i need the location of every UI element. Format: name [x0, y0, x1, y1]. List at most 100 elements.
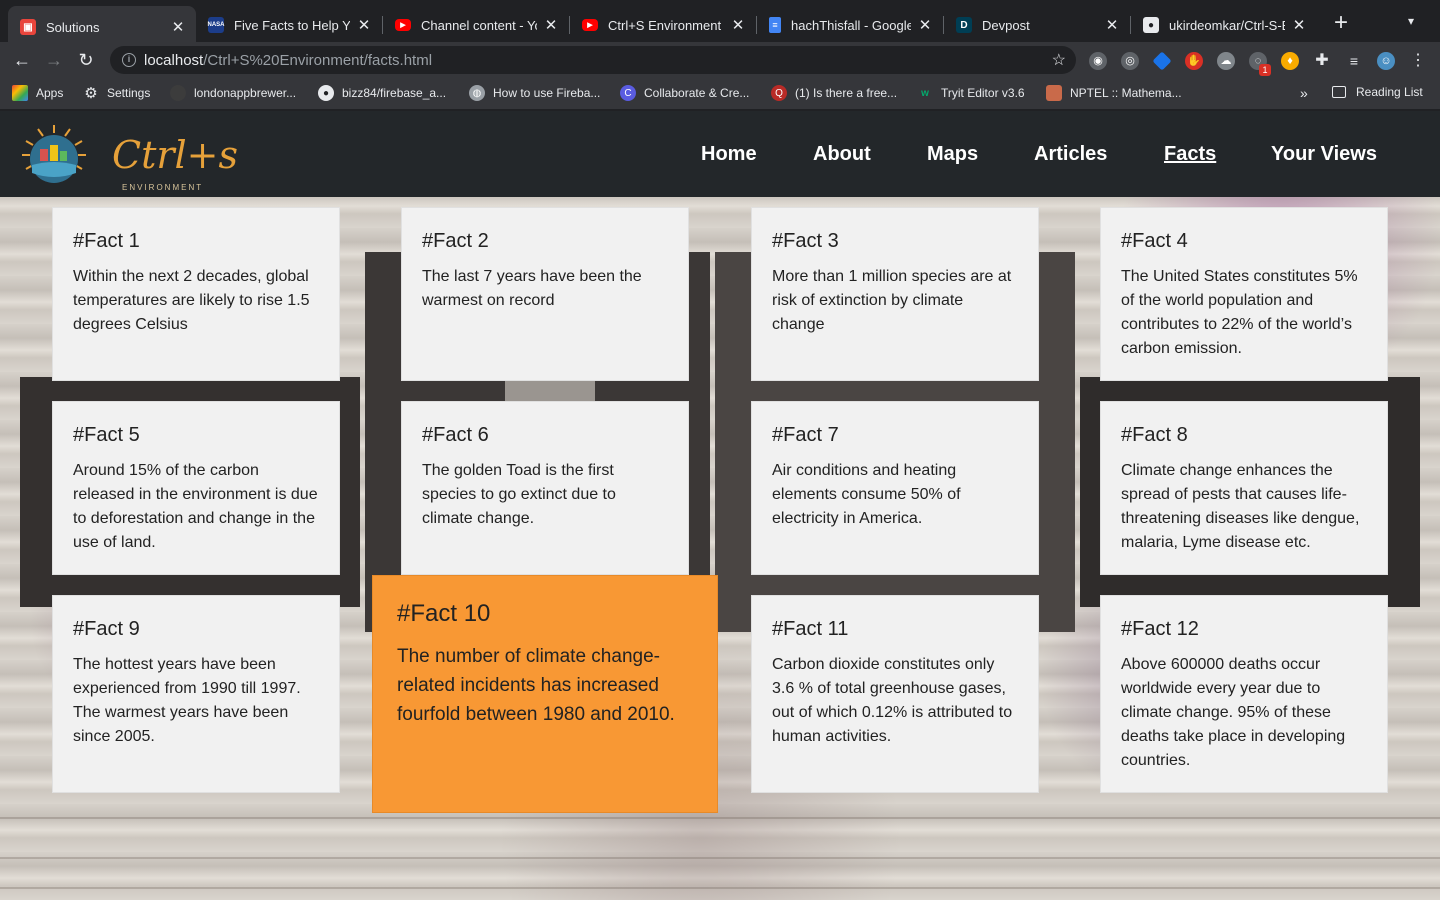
bookmark-nptel[interactable]: NPTEL :: Mathema...: [1046, 85, 1182, 101]
solutions-favicon-icon: ▣: [20, 19, 36, 35]
close-icon[interactable]: ✕: [730, 16, 746, 34]
forward-arrow-icon[interactable]: →: [42, 48, 66, 72]
address-bar[interactable]: i localhost/Ctrl+S%20Environment/facts.h…: [110, 46, 1076, 74]
nasa-favicon-icon: NASA: [208, 17, 225, 33]
extension-cloud-icon[interactable]: ☁: [1217, 52, 1235, 70]
bookmark-label: How to use Fireba...: [493, 86, 601, 100]
close-icon[interactable]: ✕: [917, 16, 933, 34]
fact-text: Air conditions and heating elements cons…: [772, 462, 961, 527]
tab-title: hachThisfall - Google Docs: [791, 17, 911, 33]
fact-title: #Fact 2: [422, 230, 489, 252]
menu-kebab-icon[interactable]: ⋮: [1409, 52, 1427, 70]
fact-text: The hottest years have been experienced …: [73, 656, 301, 745]
nav-maps[interactable]: Maps: [927, 143, 978, 166]
close-icon[interactable]: ✕: [356, 16, 372, 34]
tab-github[interactable]: ● ukirdeomkar/Ctrl-S-Environment ✕: [1131, 8, 1317, 42]
extension-bulb-icon[interactable]: ♦: [1281, 52, 1299, 70]
bookmark-label: londonappbrewer...: [194, 86, 297, 100]
fact-card-10-highlighted[interactable]: #Fact 10 The number of climate change-re…: [372, 575, 718, 813]
fact-card-3[interactable]: #Fact 3 More than 1 million species are …: [751, 207, 1039, 381]
tab-devpost[interactable]: D Devpost ✕: [944, 8, 1130, 42]
back-arrow-icon[interactable]: ←: [10, 48, 34, 72]
bookmark-canva[interactable]: C Collaborate & Cre...: [620, 85, 749, 101]
reading-list-icon: [1332, 86, 1346, 98]
site-info-icon[interactable]: i: [122, 53, 136, 67]
tab-channel-content[interactable]: ▶ Channel content - YouTube ✕: [383, 8, 569, 42]
fact-text: Carbon dioxide constitutes only 3.6 % of…: [772, 656, 1013, 745]
tab-title: Channel content - YouTube: [421, 17, 537, 33]
extension-shield-icon[interactable]: ◎: [1121, 52, 1139, 70]
site-logo[interactable]: Ctrl+s ENVIRONMENT: [14, 123, 238, 192]
nav-facts[interactable]: Facts: [1164, 143, 1216, 166]
close-icon[interactable]: ✕: [543, 16, 559, 34]
extension-hand-icon[interactable]: ✋: [1185, 52, 1203, 70]
bookmark-tryit-editor[interactable]: w Tryit Editor v3.6: [917, 85, 1025, 101]
nav-home[interactable]: Home: [701, 143, 757, 166]
fact-card-2[interactable]: #Fact 2 The last 7 years have been the w…: [401, 207, 689, 381]
extension-diamond-icon[interactable]: [1152, 51, 1172, 71]
fact-card-11[interactable]: #Fact 11 Carbon dioxide constitutes only…: [751, 595, 1039, 793]
fact-text: The last 7 years have been the warmest o…: [422, 268, 642, 309]
devpost-favicon-icon: D: [956, 17, 972, 33]
tab-search-chevron-icon[interactable]: ▾: [1408, 14, 1414, 28]
fact-card-9[interactable]: #Fact 9 The hottest years have been expe…: [52, 595, 340, 793]
bookmark-bizz84[interactable]: ● bizz84/firebase_a...: [318, 85, 446, 101]
tab-google-docs[interactable]: ≡ hachThisfall - Google Docs ✕: [757, 8, 943, 42]
bookmarks-overflow-icon[interactable]: »: [1300, 85, 1308, 101]
fact-card-1[interactable]: #Fact 1 Within the next 2 decades, globa…: [52, 207, 340, 381]
extension-owl-icon[interactable]: ◉: [1089, 52, 1107, 70]
browser-toolbar: ← → ↻ i localhost/Ctrl+S%20Environment/f…: [0, 42, 1440, 78]
reload-icon[interactable]: ↻: [74, 48, 98, 72]
fact-card-12[interactable]: #Fact 12 Above 600000 deaths occur world…: [1100, 595, 1388, 793]
new-tab-plus-icon[interactable]: +: [1330, 11, 1352, 35]
profile-avatar[interactable]: ☺: [1377, 52, 1395, 70]
close-icon[interactable]: ✕: [1104, 16, 1120, 34]
globe-icon: [170, 85, 186, 101]
github-favicon-icon: ●: [1143, 17, 1159, 33]
fact-card-6[interactable]: #Fact 6 The golden Toad is the first spe…: [401, 401, 689, 575]
nav-about[interactable]: About: [813, 143, 871, 166]
tab-title: Solutions: [46, 19, 100, 35]
nav-articles[interactable]: Articles: [1034, 143, 1107, 166]
fact-text: The number of climate change-related inc…: [397, 646, 675, 725]
close-icon[interactable]: ✕: [170, 18, 186, 36]
fact-title: #Fact 8: [1121, 424, 1188, 446]
nav-your-views[interactable]: Your Views: [1271, 143, 1377, 166]
tab-five-facts[interactable]: NASA Five Facts to Help You ✕: [196, 8, 382, 42]
extensions-puzzle-icon[interactable]: ✚: [1313, 52, 1331, 70]
bookmark-quora[interactable]: Q (1) Is there a free...: [771, 85, 897, 101]
fact-title: #Fact 11: [772, 618, 849, 640]
quora-icon: Q: [771, 85, 787, 101]
fact-card-7[interactable]: #Fact 7 Air conditions and heating eleme…: [751, 401, 1039, 575]
bookmark-settings[interactable]: ⚙ Settings: [83, 85, 150, 102]
fact-title: #Fact 3: [772, 230, 839, 252]
fact-card-5[interactable]: #Fact 5 Around 15% of the carbon release…: [52, 401, 340, 575]
bookmark-apps[interactable]: Apps: [12, 85, 63, 101]
bookmark-label: (1) Is there a free...: [795, 86, 898, 100]
fact-title: #Fact 12: [1121, 618, 1199, 640]
fact-title: #Fact 7: [772, 424, 839, 446]
fact-title: #Fact 4: [1121, 230, 1188, 252]
tab-title: Ctrl+S Environment | YouTube: [608, 17, 724, 33]
bookmark-firebase[interactable]: ◍ How to use Fireba...: [469, 85, 600, 101]
bookmark-star-icon[interactable]: ☆: [1052, 50, 1066, 70]
fact-title: #Fact 5: [73, 424, 140, 446]
tab-title: Five Facts to Help You: [234, 17, 350, 33]
canva-icon: C: [620, 85, 636, 101]
fact-text: Climate change enhances the spread of pe…: [1121, 462, 1360, 551]
youtube-favicon-icon: ▶: [395, 19, 411, 31]
media-control-icon[interactable]: ≡: [1345, 52, 1363, 70]
fact-text: The golden Toad is the first species to …: [422, 462, 616, 527]
fact-card-8[interactable]: #Fact 8 Climate change enhances the spre…: [1100, 401, 1388, 575]
logo-wordmark: Ctrl+s: [112, 133, 239, 177]
browser-tab-strip: ▣ Solutions ✕ NASA Five Facts to Help Yo…: [0, 0, 1440, 48]
bookmark-label: Tryit Editor v3.6: [941, 86, 1025, 100]
fact-text: Above 600000 deaths occur worldwide ever…: [1121, 656, 1346, 769]
fact-card-4[interactable]: #Fact 4 The United States constitutes 5%…: [1100, 207, 1388, 381]
bookmark-londonappbrewery[interactable]: londonappbrewer...: [170, 85, 296, 101]
tab-ctrls-youtube[interactable]: ▶ Ctrl+S Environment | YouTube ✕: [570, 8, 756, 42]
fact-title: #Fact 9: [73, 618, 140, 640]
reading-list-button[interactable]: Reading List: [1332, 85, 1423, 99]
close-icon[interactable]: ✕: [1291, 16, 1307, 34]
globe-sun-logo-icon: [22, 125, 86, 183]
